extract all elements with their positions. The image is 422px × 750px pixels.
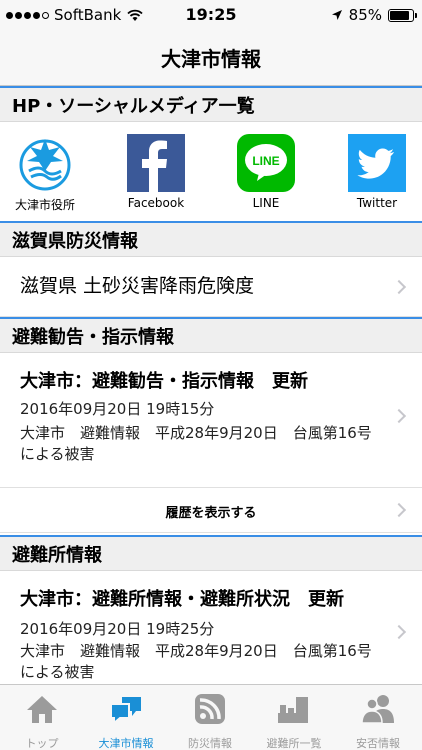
navigation-bar: 大津市情報 [0,30,422,86]
chat-bubbles-icon [110,697,141,726]
line-icon-text: LINE [252,154,279,168]
shelter-news-title: 大津市：避難所情報・避難所状況 更新 [20,589,344,610]
line-icon: LINE [237,134,295,192]
disaster-risk-row[interactable]: 滋賀県 土砂災害降雨危険度 [0,257,422,317]
tab-bar: トップ 大津市情報 防災情報 避難所一覧 安否情報 [0,684,422,750]
social-item-line[interactable]: LINE LINE [221,134,311,210]
shelter-icon [278,697,308,723]
otsu-city-logo-icon [16,134,74,192]
shelter-news-body: 大津市 避難情報 平成28年9月20日 台風第16号による被害 [20,642,372,681]
tab-disaster-info[interactable]: 防災情報 [168,691,252,750]
history-button[interactable]: 履歴を表示する [0,487,422,533]
section-header-shelter: 避難所情報 [0,535,422,571]
shelter-news-date: 2016年09月20日 19時25分 [20,620,215,638]
tab-safety-info[interactable]: 安否情報 [336,691,420,750]
advisory-news-body: 大津市 避難情報 平成28年9月20日 台風第16号による被害 [20,424,372,463]
page-title: 大津市情報 [161,47,261,71]
tab-label: 大津市情報 [98,737,154,750]
facebook-icon [127,134,185,192]
home-icon [27,696,57,723]
chevron-right-icon [391,624,407,640]
rss-icon [195,694,225,724]
advisory-news-date: 2016年09月20日 19時15分 [20,400,215,418]
tab-label: トップ [25,737,59,750]
social-label: Twitter [356,196,398,210]
social-label: 大津市役所 [14,198,75,212]
tab-label: 避難所一覧 [266,737,322,750]
social-item-twitter[interactable]: Twitter [332,134,422,210]
people-icon [361,695,394,724]
location-arrow-icon [331,10,342,20]
disaster-risk-label: 滋賀県 土砂災害降雨危険度 [20,275,255,297]
tab-top[interactable]: トップ [0,691,84,750]
social-item-facebook[interactable]: Facebook [111,134,201,210]
social-item-otsu-city[interactable]: 大津市役所 [0,134,90,213]
shelter-news-item[interactable]: 大津市：避難所情報・避難所状況 更新 2016年09月20日 19時25分 大津… [0,571,422,684]
social-label: Facebook [127,196,185,210]
twitter-icon [348,134,406,192]
section-header-social: HP・ソーシャルメディア一覧 [0,86,422,122]
status-bar: SoftBank 19:25 85% [0,0,422,30]
history-label: 履歴を表示する [165,506,257,521]
battery-percent: 85% [348,6,382,24]
tab-label: 安否情報 [356,737,400,750]
section-header-disaster: 滋賀県防災情報 [0,221,422,257]
tab-shelter-list[interactable]: 避難所一覧 [252,691,336,750]
social-media-row: 大津市役所 Facebook LINE LINE Twitter [0,124,422,220]
battery-fill [390,10,409,20]
advisory-news-title: 大津市：避難勧告・指示情報 更新 [20,371,308,392]
advisory-news-item[interactable]: 大津市：避難勧告・指示情報 更新 2016年09月20日 19時15分 大津市 … [0,353,422,487]
battery-icon [388,8,417,22]
chevron-right-icon [391,279,407,295]
status-right: 85% [331,6,417,24]
chevron-right-icon [391,408,407,424]
tab-label: 防災情報 [188,737,232,750]
tab-otsu-info[interactable]: 大津市情報 [84,691,168,750]
section-header-evacuation-advisory: 避難勧告・指示情報 [0,317,422,353]
social-label: LINE [252,196,280,210]
